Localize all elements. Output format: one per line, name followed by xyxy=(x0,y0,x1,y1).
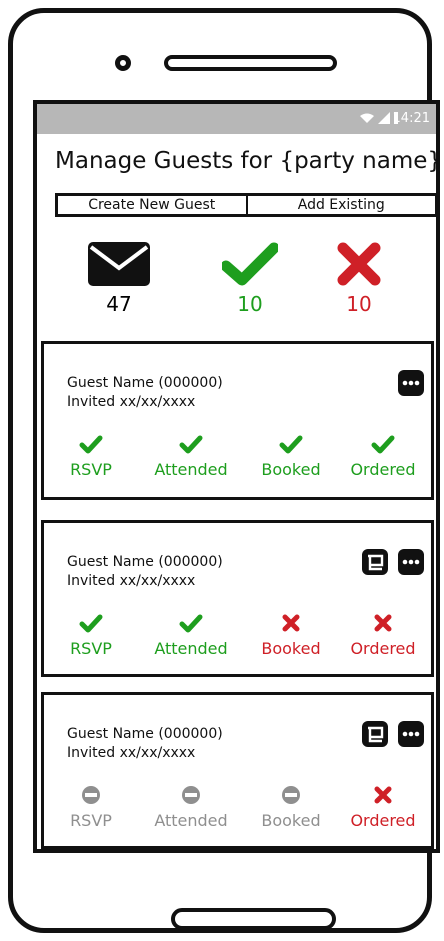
invited-summary: 47 xyxy=(79,242,159,316)
check-icon xyxy=(371,435,395,454)
signal-icon xyxy=(378,112,390,124)
camera xyxy=(115,55,131,71)
home-button[interactable] xyxy=(171,908,336,930)
x-icon xyxy=(374,614,392,632)
x-icon xyxy=(374,786,392,804)
cart-icon[interactable] xyxy=(362,549,388,575)
add-existing-button[interactable]: Add Existing xyxy=(247,196,435,214)
status-label: RSVP xyxy=(70,639,112,658)
status-label: Ordered xyxy=(350,460,416,479)
not-applicable-icon xyxy=(182,786,200,804)
more-options-icon[interactable] xyxy=(398,721,424,747)
status-label: Ordered xyxy=(350,639,416,658)
status-rsvp: RSVP xyxy=(45,785,137,830)
invited-count: 47 xyxy=(106,292,132,316)
status-label: Attended xyxy=(154,639,228,658)
create-new-guest-button[interactable]: Create New Guest xyxy=(58,196,248,214)
status-label: Booked xyxy=(261,811,321,830)
envelope-icon xyxy=(88,242,150,286)
x-icon xyxy=(337,242,381,286)
declined-summary: 10 xyxy=(319,242,399,316)
status-bar: 14:21 xyxy=(37,104,436,134)
check-icon xyxy=(179,435,203,454)
status-label: Booked xyxy=(261,639,321,658)
status-label: Ordered xyxy=(350,811,416,830)
check-icon xyxy=(220,242,280,286)
page-title: Manage Guests for {party name} xyxy=(55,148,440,174)
status-attended: Attended xyxy=(145,613,237,658)
accepted-summary: 10 xyxy=(210,242,290,316)
status-label: Attended xyxy=(154,811,228,830)
status-rsvp: RSVP xyxy=(45,434,137,479)
not-applicable-icon xyxy=(82,786,100,804)
status-label: Booked xyxy=(261,460,321,479)
status-attended: Attended xyxy=(145,785,237,830)
status-rsvp: RSVP xyxy=(45,613,137,658)
accepted-count: 10 xyxy=(237,292,263,316)
not-applicable-icon xyxy=(282,786,300,804)
guest-name: Guest Name (000000) xyxy=(67,375,223,391)
status-booked: Booked xyxy=(245,434,337,479)
status-attended: Attended xyxy=(145,434,237,479)
guest-card: Guest Name (000000) Invited xx/xx/xxxx R… xyxy=(41,692,434,849)
guest-name: Guest Name (000000) xyxy=(67,726,223,742)
guest-card: Guest Name (000000) Invited xx/xx/xxxx R… xyxy=(41,341,434,500)
status-time: 14:21 xyxy=(392,111,430,126)
status-booked: Booked xyxy=(245,785,337,830)
status-label: Attended xyxy=(154,460,228,479)
check-icon xyxy=(79,435,103,454)
screen: 14:21 Manage Guests for {party name} Cre… xyxy=(33,100,440,853)
guest-name: Guest Name (000000) xyxy=(67,554,223,570)
status-ordered: Ordered xyxy=(337,785,429,830)
guest-invited-date: Invited xx/xx/xxxx xyxy=(67,573,196,589)
status-label: RSVP xyxy=(70,460,112,479)
speaker xyxy=(164,55,337,71)
x-icon xyxy=(282,614,300,632)
more-options-icon[interactable] xyxy=(398,370,424,396)
guest-card: Guest Name (000000) Invited xx/xx/xxxx R… xyxy=(41,520,434,677)
guest-invited-date: Invited xx/xx/xxxx xyxy=(67,394,196,410)
wifi-icon xyxy=(360,113,374,123)
check-icon xyxy=(79,614,103,633)
more-options-icon[interactable] xyxy=(398,549,424,575)
declined-count: 10 xyxy=(346,292,372,316)
status-ordered: Ordered xyxy=(337,613,429,658)
check-icon xyxy=(179,614,203,633)
check-icon xyxy=(279,435,303,454)
status-booked: Booked xyxy=(245,613,337,658)
status-ordered: Ordered xyxy=(337,434,429,479)
action-button-group: Create New Guest Add Existing xyxy=(55,193,436,217)
cart-icon[interactable] xyxy=(362,721,388,747)
status-label: RSVP xyxy=(70,811,112,830)
guest-invited-date: Invited xx/xx/xxxx xyxy=(67,745,196,761)
